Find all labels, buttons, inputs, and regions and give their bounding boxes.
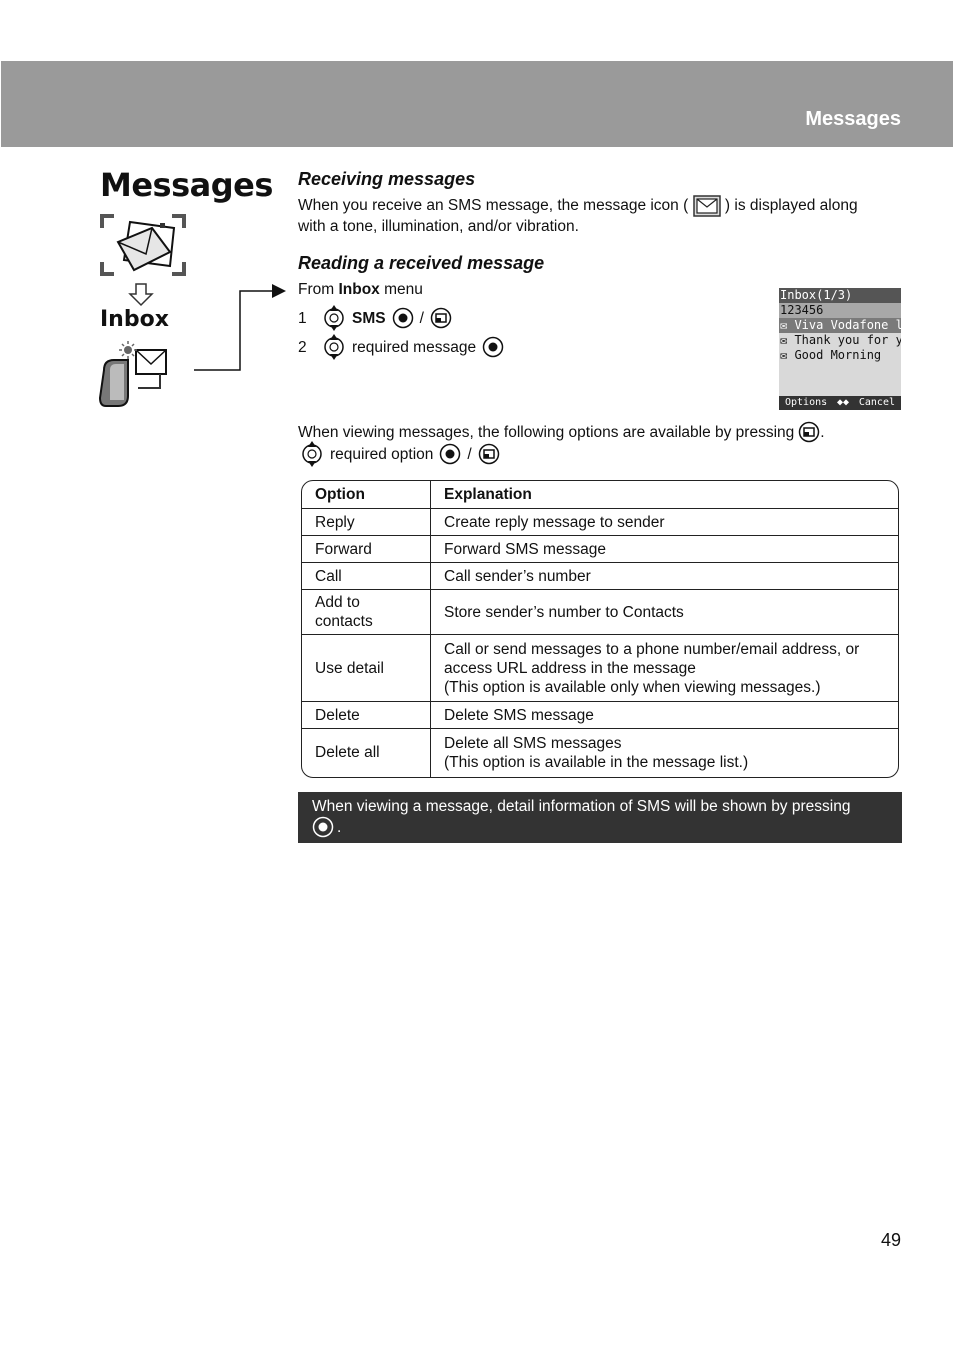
explanation-line: (This option is available only when view…: [444, 678, 821, 696]
header-title: Messages: [805, 108, 901, 130]
nav-key-icon: [302, 441, 322, 467]
required-option-text: required option: [330, 445, 434, 463]
step-number: 1: [298, 309, 307, 327]
from-suffix: menu: [379, 281, 423, 298]
header-explanation: Explanation: [430, 481, 898, 509]
phone-message-item: ✉ Good Morning: [780, 348, 882, 362]
table-row: Forward Forward SMS message: [302, 535, 898, 563]
reading-heading: Reading a received message: [298, 253, 545, 273]
options-intro-line2: required option /: [300, 441, 500, 467]
explanation-cell: Delete all SMS messages (This option is a…: [431, 729, 899, 777]
receiving-text-line2: with a tone, illumination, and/or vibrat…: [298, 218, 579, 235]
table-row: Delete all Delete all SMS messages (This o…: [302, 728, 899, 777]
explanation-line: Call sender’s number: [444, 567, 591, 585]
explanation-line: Create reply message to sender: [444, 513, 665, 531]
explanation-line: (This option is available in the message…: [444, 753, 749, 771]
phone-softkeys: Options ◆◆ Cancel: [779, 396, 901, 410]
explanation-line: Store sender’s number to Contacts: [444, 603, 684, 621]
explanation-cell: Store sender’s number to Contacts: [430, 589, 898, 635]
options-intro-text: When viewing messages, the following opt…: [298, 423, 795, 441]
step-number: 2: [298, 338, 307, 356]
option-cell: Use detail: [302, 634, 431, 702]
inbox-label: Inbox: [100, 307, 169, 332]
step-2: 2 required message: [298, 334, 504, 360]
slash: /: [419, 309, 424, 327]
messages-menu-icon: [100, 214, 186, 276]
phone-title: Inbox(1/3): [779, 288, 901, 303]
center-key-icon: [392, 307, 413, 329]
section-title: Messages: [100, 166, 273, 204]
table-row: Add to contacts Store sender’s number to …: [302, 589, 898, 635]
message-text: Viva Vodafone live: [794, 318, 901, 332]
step-1: 1 SMS /: [298, 305, 452, 331]
softkey-options: Options: [785, 397, 828, 408]
receiving-heading: Receiving messages: [298, 169, 476, 189]
softkey-cancel: Cancel: [858, 397, 895, 408]
explanation-line: Call or send messages to a phone number/…: [444, 640, 860, 677]
option-cell: Add to contacts: [302, 589, 431, 635]
period: .: [820, 423, 825, 441]
receiving-text: When you receive an SMS message, the mes…: [298, 195, 908, 236]
connector-arrow: [194, 284, 286, 371]
step-label-message: required message: [352, 338, 477, 356]
slash: /: [467, 445, 472, 463]
explanation-line: Forward SMS message: [444, 540, 606, 558]
phone-message-item: ✉ Viva Vodafone live: [779, 318, 901, 333]
note-period: .: [337, 818, 342, 836]
receiving-text-part1: When you receive an SMS message, the mes…: [298, 197, 689, 215]
softkey-icon: [799, 421, 820, 443]
table-header-row: Option Explanation: [302, 481, 898, 509]
explanation-line: Delete SMS message: [444, 706, 594, 724]
table-row: Call Call sender’s number: [302, 562, 898, 590]
option-cell: Forward: [302, 535, 431, 563]
phone-screen: Inbox(1/3) 123456 ✉ Viva Vodafone live ✉…: [779, 288, 901, 410]
softkey-nav: ◆◆: [836, 397, 850, 408]
options-intro-line1: When viewing messages, the following opt…: [298, 421, 825, 443]
inbox-icon: [98, 341, 167, 407]
message-text: Good Morning: [794, 348, 882, 362]
envelope-icon: [692, 195, 721, 217]
explanation-cell: Call or send messages to a phone number/…: [430, 634, 898, 702]
note-text: When viewing a message, detail informati…: [312, 798, 851, 815]
message-text: Thank you for your: [794, 333, 901, 347]
nav-key-icon: [324, 305, 344, 331]
center-key-icon: [312, 816, 334, 838]
phone-message-item: ✉ Thank you for your: [779, 333, 901, 348]
explanation-cell: Create reply message to sender: [430, 508, 898, 536]
center-key-icon: [482, 336, 504, 358]
from-prefix: From: [298, 281, 339, 298]
explanation-cell: Forward SMS message: [430, 535, 898, 563]
header-band: [1, 61, 953, 147]
option-cell: Delete: [302, 701, 431, 729]
table-row: Delete Delete SMS message: [302, 701, 898, 729]
option-cell: Delete all: [302, 728, 431, 777]
from-inbox-line: From Inbox menu: [298, 280, 423, 299]
nav-key-icon: [324, 334, 344, 360]
phone-number: 123456: [779, 303, 901, 318]
step-label-sms: SMS: [352, 309, 386, 327]
note-box: When viewing a message, detail informati…: [298, 792, 902, 843]
explanation-cell: Delete SMS message: [430, 701, 898, 729]
table-row: Use detail Call or send messages to a pho…: [302, 634, 898, 702]
explanation-cell: Call sender’s number: [430, 562, 898, 590]
page-number: 49: [880, 1230, 901, 1250]
center-key-icon: [440, 443, 461, 465]
receiving-text-part2: ) is displayed along: [724, 197, 858, 215]
table-row: Reply Create reply message to sender: [302, 508, 898, 536]
options-table: Option Explanation Reply Create reply mes…: [301, 480, 899, 778]
softkey-icon: [430, 307, 452, 329]
from-menu: Inbox: [338, 281, 380, 298]
option-cell: Reply: [302, 508, 431, 536]
explanation-line: Delete all SMS messages: [444, 734, 622, 752]
option-cell: Call: [302, 562, 431, 590]
header-option: Option: [302, 481, 431, 509]
down-arrow-icon: [128, 283, 154, 307]
softkey-icon: [478, 443, 499, 465]
